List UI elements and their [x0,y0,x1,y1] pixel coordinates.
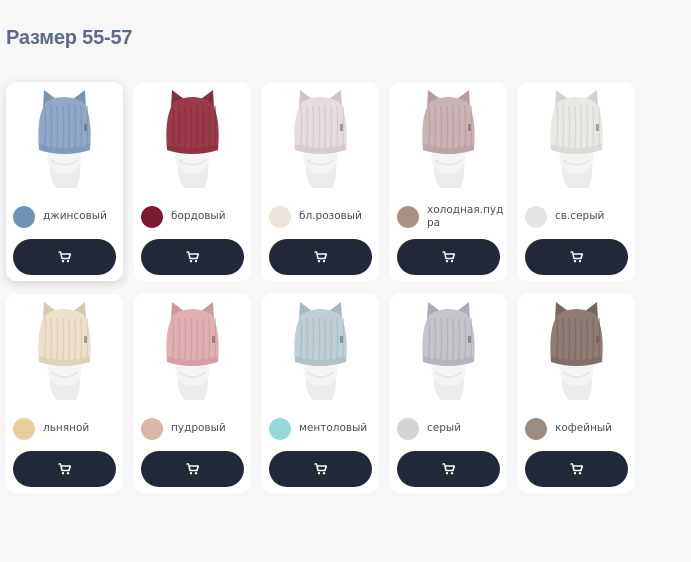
color-swatch[interactable] [13,206,35,228]
color-name: кофейный [555,422,613,434]
product-image[interactable] [6,298,123,402]
color-name: джинсовый [43,210,107,222]
add-to-cart-button[interactable] [397,239,500,275]
product-card[interactable]: серый [390,294,507,493]
add-to-cart-button[interactable] [141,451,244,487]
color-name: ментоловый [299,422,368,434]
add-to-cart-button[interactable] [13,239,116,275]
shopping-cart-icon [570,251,583,263]
color-swatch[interactable] [397,206,419,228]
product-card[interactable]: ментоловый [262,294,379,493]
product-card[interactable]: кофейный [518,294,635,493]
shopping-cart-icon [186,251,199,263]
add-to-cart-button[interactable] [269,239,372,275]
shopping-cart-icon [442,251,455,263]
color-name: бл.розовый [299,210,362,222]
product-image[interactable] [6,86,123,190]
page-title: Размер 55-57 [6,27,133,49]
product-card[interactable]: св.серый [518,82,635,281]
color-name: пудровый [171,422,226,434]
color-swatch[interactable] [525,418,547,440]
product-card[interactable]: джинсовый [6,82,123,281]
color-swatch[interactable] [141,206,163,228]
shopping-cart-icon [58,251,71,263]
product-image[interactable] [134,298,251,402]
color-name: льняной [43,422,90,434]
shopping-cart-icon [314,463,327,475]
shopping-cart-icon [186,463,199,475]
add-to-cart-button[interactable] [13,451,116,487]
product-image[interactable] [518,86,635,190]
product-card[interactable]: бл.розовый [262,82,379,281]
color-name: серый [427,422,462,434]
add-to-cart-button[interactable] [525,451,628,487]
shopping-cart-icon [570,463,583,475]
add-to-cart-button[interactable] [141,239,244,275]
color-swatch[interactable] [269,418,291,440]
color-swatch[interactable] [13,418,35,440]
product-image[interactable] [390,298,507,402]
color-name: холодная.пудра [427,204,504,229]
product-card[interactable]: бордовый [134,82,251,281]
color-swatch[interactable] [525,206,547,228]
product-image[interactable] [134,86,251,190]
product-image[interactable] [390,86,507,190]
product-grid: джинсовый бордовый бл.розовый холодная.п… [6,82,635,493]
color-swatch[interactable] [269,206,291,228]
shopping-cart-icon [58,463,71,475]
add-to-cart-button[interactable] [525,239,628,275]
product-image[interactable] [262,86,379,190]
product-card[interactable]: пудровый [134,294,251,493]
shopping-cart-icon [442,463,455,475]
color-name: бордовый [171,210,226,222]
add-to-cart-button[interactable] [269,451,372,487]
product-card[interactable]: льняной [6,294,123,493]
color-swatch[interactable] [141,418,163,440]
color-swatch[interactable] [397,418,419,440]
product-image[interactable] [518,298,635,402]
product-card[interactable]: холодная.пудра [390,82,507,281]
shopping-cart-icon [314,251,327,263]
product-image[interactable] [262,298,379,402]
color-name: св.серый [555,210,605,222]
add-to-cart-button[interactable] [397,451,500,487]
